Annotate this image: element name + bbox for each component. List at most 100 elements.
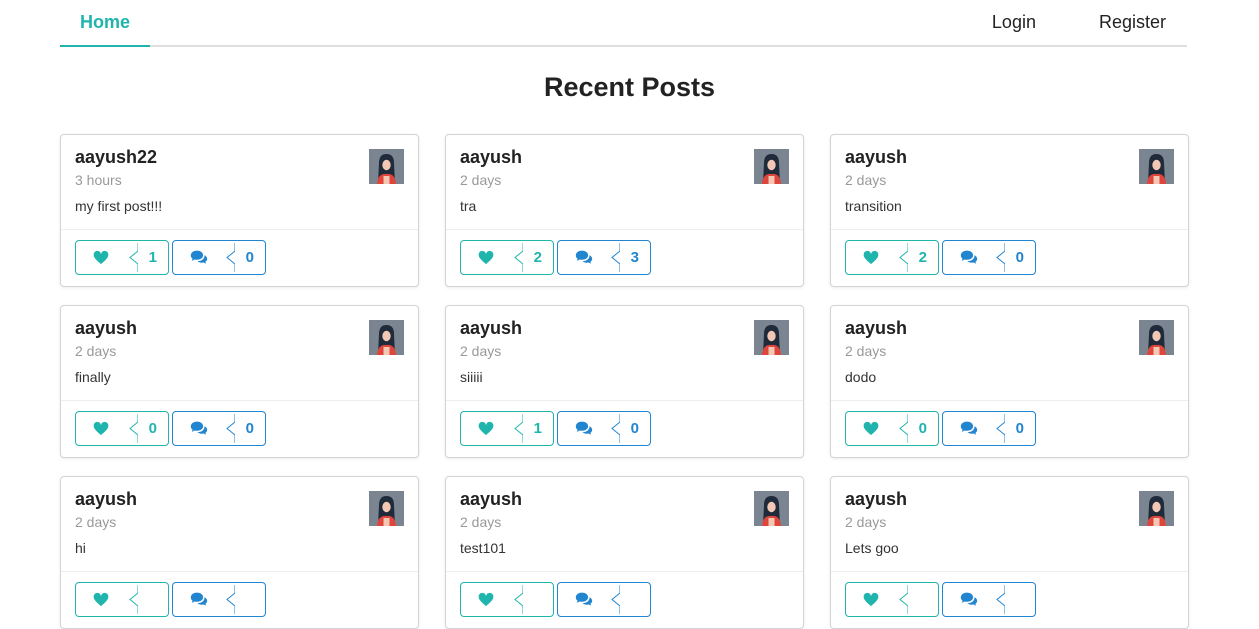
heart-icon [863, 421, 881, 437]
post-author[interactable]: aayush [845, 318, 907, 339]
comment-count: 3 [630, 249, 639, 266]
post-card-content: aayush 2 days tra [446, 135, 803, 230]
label-notch [610, 583, 621, 616]
post-card[interactable]: aayush 2 days siiiii 1 0 [445, 305, 804, 458]
comments-icon [575, 250, 593, 266]
comment-button[interactable]: 0 [942, 411, 1036, 446]
post-card[interactable]: aayush 2 days Lets goo [830, 476, 1189, 629]
comment-count: 0 [630, 420, 639, 437]
like-button[interactable] [460, 582, 554, 617]
heart-icon [478, 421, 496, 437]
post-time: 2 days [460, 172, 502, 188]
post-card[interactable]: aayush 2 days hi [60, 476, 419, 629]
post-card[interactable]: aayush22 3 hours my first post!!! 1 0 [60, 134, 419, 287]
heart-icon [478, 592, 496, 608]
post-actions: 10 [75, 240, 269, 275]
post-body: dodo [845, 369, 877, 385]
post-author[interactable]: aayush [75, 489, 137, 510]
comment-count: 0 [1015, 249, 1024, 266]
heart-icon [863, 250, 881, 266]
label-notch [898, 412, 909, 445]
like-button[interactable]: 2 [845, 240, 939, 275]
avatar [1139, 491, 1174, 526]
comments-icon [960, 250, 978, 266]
comments-icon [960, 421, 978, 437]
like-button[interactable]: 1 [460, 411, 554, 446]
post-actions [460, 582, 654, 617]
comment-button[interactable]: 0 [557, 411, 651, 446]
like-count: 2 [918, 249, 927, 266]
post-author[interactable]: aayush [460, 147, 522, 168]
post-time: 2 days [845, 172, 887, 188]
heart-icon [93, 421, 111, 437]
post-card[interactable]: aayush 2 days transition 2 0 [830, 134, 1189, 287]
avatar [754, 320, 789, 355]
comment-button[interactable]: 0 [172, 240, 266, 275]
nav-home-link[interactable]: Home [60, 0, 150, 47]
post-time: 2 days [845, 343, 887, 359]
avatar [754, 149, 789, 184]
comment-button[interactable] [942, 582, 1036, 617]
post-actions [75, 582, 269, 617]
like-button[interactable]: 2 [460, 240, 554, 275]
top-nav: Home Login Register [60, 0, 1187, 47]
comments-icon [575, 592, 593, 608]
comment-button[interactable]: 3 [557, 240, 651, 275]
comment-count: 0 [1015, 420, 1024, 437]
post-actions: 00 [75, 411, 269, 446]
label-notch [225, 412, 236, 445]
heart-icon [93, 592, 111, 608]
like-count: 1 [148, 249, 157, 266]
avatar [1139, 320, 1174, 355]
post-card[interactable]: aayush 2 days tra 2 3 [445, 134, 804, 287]
post-time: 2 days [75, 514, 117, 530]
avatar [369, 320, 404, 355]
label-notch [995, 583, 1006, 616]
label-notch [995, 412, 1006, 445]
post-author[interactable]: aayush [845, 147, 907, 168]
comment-button[interactable] [557, 582, 651, 617]
post-author[interactable]: aayush [75, 318, 137, 339]
post-card[interactable]: aayush 2 days finally 0 0 [60, 305, 419, 458]
post-time: 2 days [460, 514, 502, 530]
post-author[interactable]: aayush [845, 489, 907, 510]
like-count: 0 [918, 420, 927, 437]
post-card[interactable]: aayush 2 days test101 [445, 476, 804, 629]
like-button[interactable] [845, 582, 939, 617]
post-actions [845, 582, 1039, 617]
comments-icon [190, 592, 208, 608]
nav-register-link[interactable]: Register [1099, 12, 1187, 33]
label-notch [898, 583, 909, 616]
post-card-content: aayush 2 days finally [61, 306, 418, 401]
post-author[interactable]: aayush22 [75, 147, 157, 168]
comment-button[interactable] [172, 582, 266, 617]
like-count: 2 [533, 249, 542, 266]
like-button[interactable]: 1 [75, 240, 169, 275]
label-notch [128, 583, 139, 616]
comments-icon [190, 250, 208, 266]
label-notch [995, 241, 1006, 274]
post-author[interactable]: aayush [460, 318, 522, 339]
post-time: 2 days [75, 343, 117, 359]
heart-icon [478, 250, 496, 266]
avatar [754, 491, 789, 526]
post-card-content: aayush 2 days Lets goo [831, 477, 1188, 572]
like-button[interactable]: 0 [845, 411, 939, 446]
like-count: 0 [148, 420, 157, 437]
post-card-content: aayush 2 days siiiii [446, 306, 803, 401]
like-button[interactable]: 0 [75, 411, 169, 446]
like-button[interactable] [75, 582, 169, 617]
label-notch [610, 412, 621, 445]
post-body: Lets goo [845, 540, 899, 556]
post-author[interactable]: aayush [460, 489, 522, 510]
comment-button[interactable]: 0 [942, 240, 1036, 275]
post-card-content: aayush22 3 hours my first post!!! [61, 135, 418, 230]
nav-login-link[interactable]: Login [992, 12, 1057, 33]
comment-button[interactable]: 0 [172, 411, 266, 446]
post-card[interactable]: aayush 2 days dodo 0 0 [830, 305, 1189, 458]
comment-count: 0 [245, 420, 254, 437]
post-body: my first post!!! [75, 198, 163, 214]
post-time: 2 days [460, 343, 502, 359]
label-notch [225, 583, 236, 616]
label-notch [513, 412, 524, 445]
